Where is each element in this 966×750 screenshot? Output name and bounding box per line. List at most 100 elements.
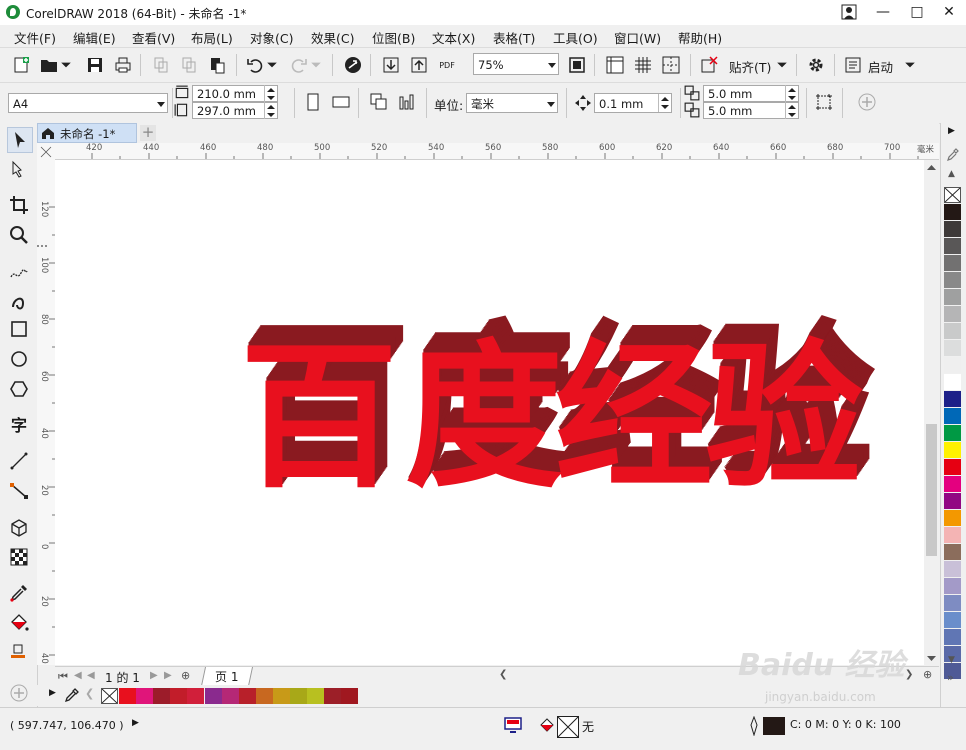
- connector-tool-icon[interactable]: [7, 479, 31, 503]
- color-swatch[interactable]: [944, 204, 961, 220]
- color-swatch[interactable]: [255, 688, 273, 704]
- palette-expand-icon[interactable]: ▶: [49, 688, 56, 698]
- page-height-field[interactable]: 297.0 mm: [192, 102, 278, 119]
- color-swatch[interactable]: [944, 493, 961, 509]
- cut-icon[interactable]: [150, 54, 172, 76]
- minimize-button[interactable]: —: [866, 0, 900, 25]
- color-swatch[interactable]: [944, 544, 961, 560]
- navigator-zoom-icon[interactable]: ⊕: [923, 668, 932, 681]
- scroll-left-icon[interactable]: ❮: [499, 669, 507, 680]
- color-swatch[interactable]: [944, 306, 961, 322]
- color-swatch[interactable]: [119, 688, 136, 704]
- text-glyph[interactable]: 验: [705, 326, 863, 510]
- color-swatch[interactable]: [341, 688, 359, 704]
- color-swatch[interactable]: [944, 425, 961, 441]
- menu-tools[interactable]: 工具(O): [553, 28, 598, 47]
- open-folder-icon[interactable]: [38, 54, 60, 76]
- transparency-tool-icon[interactable]: [7, 545, 31, 569]
- color-swatch[interactable]: [944, 510, 961, 526]
- menu-file[interactable]: 文件(F): [14, 28, 56, 47]
- color-swatch[interactable]: [238, 688, 256, 704]
- ruler-origin[interactable]: [37, 143, 55, 159]
- menu-layout[interactable]: 布局(L): [191, 28, 233, 47]
- color-swatch[interactable]: [204, 688, 222, 704]
- page-size-select[interactable]: A4: [8, 93, 168, 113]
- save-icon[interactable]: [84, 54, 106, 76]
- menu-window[interactable]: 窗口(W): [614, 28, 661, 47]
- redo-dropdown-icon[interactable]: [310, 54, 322, 76]
- menu-effects[interactable]: 效果(C): [311, 28, 354, 47]
- next-page-icon[interactable]: ▶: [150, 670, 158, 681]
- no-color-swatch[interactable]: [101, 688, 118, 704]
- color-swatch[interactable]: [944, 629, 961, 645]
- color-eyedropper-icon[interactable]: [7, 581, 31, 605]
- show-guidelines-icon[interactable]: [660, 54, 682, 76]
- polygon-tool-icon[interactable]: [7, 377, 31, 401]
- color-proofing-icon[interactable]: [504, 717, 522, 733]
- palette-eyedropper-icon[interactable]: [65, 688, 79, 702]
- color-swatch[interactable]: [944, 442, 961, 458]
- palette-menu-icon[interactable]: ▶: [948, 126, 955, 136]
- extrude-tool-icon[interactable]: [7, 515, 31, 539]
- extruded-text-artwork[interactable]: 百百百百百百百百百百百百百百 度度度度度度度度度度度度度度 经经经经经经经经经经经经…: [55, 160, 924, 665]
- show-rulers-icon[interactable]: [604, 54, 626, 76]
- search-content-icon[interactable]: [342, 54, 364, 76]
- menu-bitmaps[interactable]: 位图(B): [372, 28, 415, 47]
- fill-none-swatch[interactable]: [557, 716, 579, 738]
- maximize-button[interactable]: □: [900, 0, 934, 25]
- color-swatch[interactable]: [187, 688, 205, 704]
- menu-help[interactable]: 帮助(H): [678, 28, 722, 47]
- scroll-up-icon[interactable]: [927, 164, 936, 170]
- import-icon[interactable]: [380, 54, 402, 76]
- units-select[interactable]: 毫米: [466, 93, 558, 113]
- drawing-canvas[interactable]: 百百百百百百百百百百百百百百度度度度度度度度度度度度度度经经经经经经经经经经经经…: [55, 160, 924, 665]
- text-glyph[interactable]: 经: [555, 326, 713, 510]
- color-swatch[interactable]: [944, 578, 961, 594]
- snap-to-dropdown[interactable]: 贴齐(T): [729, 57, 771, 76]
- color-swatch[interactable]: [153, 688, 171, 704]
- scroll-right-icon[interactable]: ❯: [905, 669, 913, 680]
- menu-view[interactable]: 查看(V): [132, 28, 175, 47]
- parallel-dimension-icon[interactable]: [7, 449, 31, 473]
- dup-y-spinner[interactable]: [785, 102, 798, 119]
- scroll-down-icon[interactable]: [927, 656, 936, 662]
- portrait-orientation-icon[interactable]: [302, 91, 324, 113]
- crop-tool-icon[interactable]: [7, 193, 31, 217]
- palette-eyedropper-icon[interactable]: [947, 148, 959, 162]
- color-swatch[interactable]: [324, 688, 342, 704]
- nudge-distance-field[interactable]: 0.1 mm: [594, 93, 672, 113]
- paste-icon[interactable]: [206, 54, 228, 76]
- shape-tool-icon[interactable]: [7, 157, 31, 181]
- text-tool-icon[interactable]: 字: [7, 412, 31, 436]
- account-icon[interactable]: [832, 0, 866, 25]
- artistic-media-icon[interactable]: [7, 289, 31, 313]
- copy-icon[interactable]: [178, 54, 200, 76]
- undo-dropdown-icon[interactable]: [266, 54, 278, 76]
- menu-edit[interactable]: 编辑(E): [73, 28, 116, 47]
- full-screen-preview-icon[interactable]: [566, 54, 588, 76]
- color-swatch[interactable]: [944, 612, 961, 628]
- color-swatch[interactable]: [290, 688, 307, 704]
- launch-dropdown[interactable]: 启动: [868, 57, 893, 76]
- text-glyph[interactable]: 百: [240, 326, 398, 510]
- height-spinner[interactable]: [264, 102, 277, 119]
- color-swatch[interactable]: [944, 272, 961, 288]
- color-swatch[interactable]: [944, 561, 961, 577]
- vertical-scrollbar[interactable]: [924, 160, 939, 665]
- color-swatch[interactable]: [221, 688, 239, 704]
- previous-arrow-icon[interactable]: ◀: [87, 670, 95, 681]
- print-icon[interactable]: [112, 54, 134, 76]
- zoom-tool-icon[interactable]: [7, 223, 31, 247]
- interactive-fill-icon[interactable]: [7, 611, 31, 635]
- snap-off-icon[interactable]: [698, 54, 720, 76]
- page-width-field[interactable]: 210.0 mm: [192, 85, 278, 102]
- close-button[interactable]: ✕: [932, 0, 966, 25]
- horizontal-ruler[interactable]: 420 440 460 480 500 520 540 560 580 600 …: [55, 143, 939, 160]
- menu-object[interactable]: 对象(C): [250, 28, 293, 47]
- document-tab[interactable]: 未命名 -1*: [37, 123, 137, 143]
- open-dropdown-icon[interactable]: [60, 54, 72, 76]
- last-page-icon[interactable]: ▶: [164, 670, 172, 681]
- application-launcher-icon[interactable]: [842, 54, 864, 76]
- options-gear-icon[interactable]: [805, 54, 827, 76]
- color-swatch[interactable]: [944, 221, 961, 237]
